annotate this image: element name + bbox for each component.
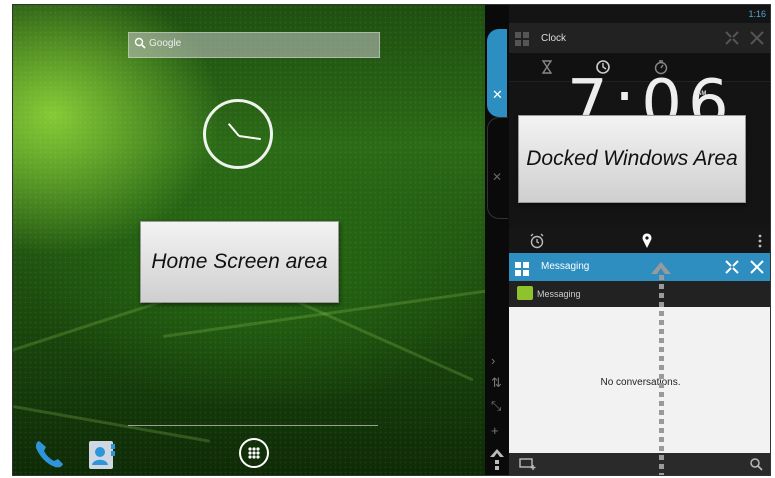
- window-menu-icon[interactable]: [515, 262, 529, 276]
- close-icon[interactable]: ✕: [492, 87, 503, 103]
- home-screen-area-label: Home Screen area: [140, 221, 339, 303]
- status-bar: 1:16: [509, 5, 770, 23]
- close-icon[interactable]: [749, 30, 765, 46]
- device-screen: Google ✕ ✕ › ⇅ ⤡ + 1:16 Clock 7:06 AM Me…: [12, 4, 771, 476]
- messaging-actionbar: Messaging: [509, 281, 770, 307]
- messaging-app-title: Messaging: [537, 289, 581, 299]
- drag-up-arrow-icon: [490, 449, 504, 470]
- window-dock-strip[interactable]: ✕ ✕ › ⇅ ⤡ +: [485, 5, 509, 475]
- settings-sliders-icon[interactable]: ⇅: [491, 375, 502, 391]
- phone-icon[interactable]: [33, 438, 67, 470]
- expand-icon[interactable]: ⤡: [491, 398, 501, 414]
- messaging-app-icon: [517, 286, 533, 300]
- add-icon[interactable]: +: [491, 423, 499, 438]
- status-time: 1:16: [748, 9, 766, 19]
- messaging-bottom-bar: [509, 453, 770, 475]
- maximize-icon[interactable]: [725, 260, 739, 274]
- empty-state-text: No conversations.: [600, 377, 681, 388]
- docked-windows-area-label: Docked Windows Area: [518, 115, 746, 203]
- maximize-icon[interactable]: [725, 31, 739, 45]
- alarm-icon[interactable]: [529, 233, 545, 249]
- dock-divider: [128, 425, 378, 426]
- location-pin-icon[interactable]: [641, 233, 653, 249]
- all-apps-icon[interactable]: [239, 438, 269, 468]
- docked-windows-panel: 1:16 Clock 7:06 AM Messaging Messaging N…: [509, 5, 770, 475]
- search-placeholder: Google: [149, 38, 182, 49]
- messaging-window-titlebar[interactable]: Messaging: [509, 253, 770, 281]
- timer-icon[interactable]: [539, 59, 555, 75]
- search-icon: [134, 37, 146, 49]
- close-icon[interactable]: ✕: [492, 170, 502, 184]
- overflow-menu-icon[interactable]: [757, 234, 763, 248]
- window-menu-icon[interactable]: [515, 32, 529, 46]
- close-icon[interactable]: [749, 259, 765, 275]
- compose-icon[interactable]: [519, 457, 537, 471]
- clock-ampm: AM: [697, 91, 707, 97]
- chevron-right-icon[interactable]: ›: [491, 353, 495, 368]
- clock-bottom-bar: [509, 227, 770, 253]
- conversation-list[interactable]: No conversations.: [509, 307, 770, 453]
- window-title: Clock: [541, 33, 567, 44]
- clock-window-titlebar[interactable]: Clock: [509, 23, 770, 53]
- search-icon[interactable]: [749, 457, 763, 471]
- window-title: Messaging: [541, 261, 590, 272]
- google-search-bar[interactable]: Google: [128, 32, 380, 58]
- drag-indicator-line: [659, 275, 664, 475]
- analog-clock-widget[interactable]: [203, 99, 273, 169]
- contacts-icon[interactable]: [87, 439, 117, 471]
- hour-hand: [227, 123, 240, 137]
- minute-hand: [238, 135, 261, 141]
- apps-grid-icon: [248, 447, 260, 459]
- docked-window-tab-inactive[interactable]: ✕: [487, 117, 508, 219]
- docked-window-tab[interactable]: ✕: [487, 29, 507, 117]
